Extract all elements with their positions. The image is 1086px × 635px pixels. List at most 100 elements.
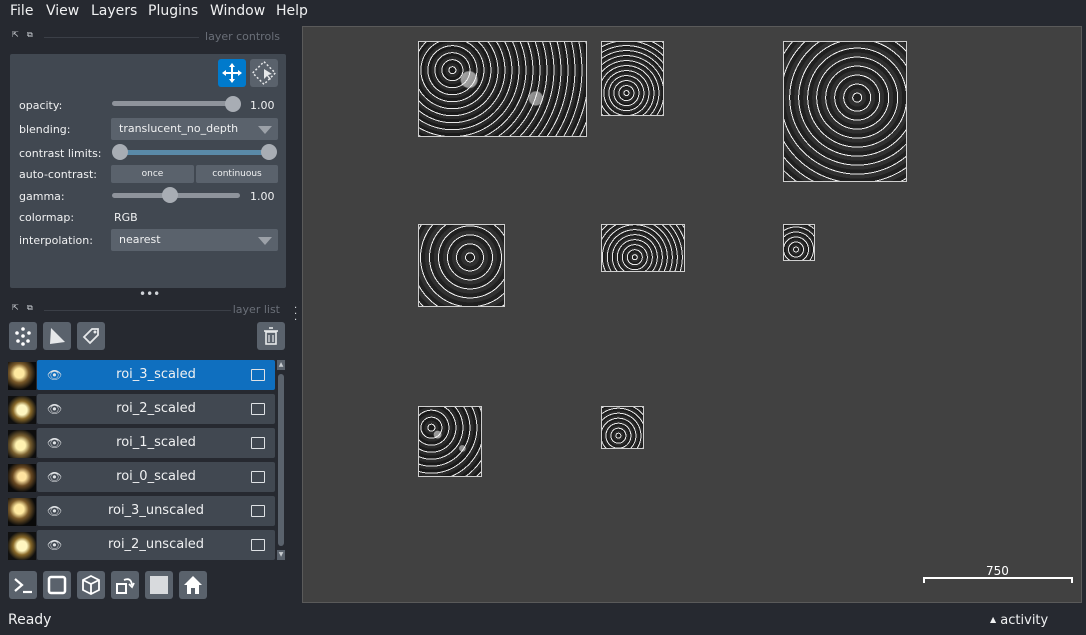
contrast-min-handle[interactable] [112,144,128,160]
interpolation-dropdown[interactable]: nearest [111,229,278,251]
splitter-handle[interactable]: ••• [139,288,160,300]
scroll-down-icon[interactable]: ▼ [277,550,285,560]
layer-row[interactable]: 👁 roi_1_scaled [8,428,275,458]
roi-image [418,224,505,307]
scrollbar-thumb[interactable] [278,374,284,546]
points-icon [15,327,31,346]
image-layer-icon [251,403,265,415]
image-layer-icon [251,369,265,381]
auto-contrast-continuous-button[interactable]: continuous [196,165,278,183]
layer-thumbnail [8,362,36,390]
close-dock-icon[interactable]: ⧉ [27,303,37,313]
layer-item[interactable]: 👁 roi_2_unscaled [37,530,275,560]
colormap-value: RGB [114,211,138,224]
layer-name[interactable]: roi_3_unscaled [37,503,275,518]
layer-name[interactable]: roi_3_scaled [37,367,275,382]
layer-row[interactable]: 👁 roi_0_scaled [8,462,275,492]
new-labels-layer-button[interactable] [77,322,105,350]
layer-list-scrollbar[interactable]: ▲ ▼ [277,360,285,560]
layer-item[interactable]: 👁 roi_0_scaled [37,462,275,492]
layer-item[interactable]: 👁 roi_3_unscaled [37,496,275,526]
close-dock-icon[interactable]: ⧉ [27,30,37,40]
layer-item[interactable]: 👁 roi_3_scaled [37,360,275,390]
trash-icon [264,327,278,345]
layer-name[interactable]: roi_1_scaled [37,435,275,450]
opacity-slider[interactable] [112,101,236,106]
layer-row[interactable]: 👁 roi_2_scaled [8,394,275,424]
layer-thumbnail [8,498,36,526]
layer-thumbnail [8,464,36,492]
layer-item[interactable]: 👁 roi_1_scaled [37,428,275,458]
auto-contrast-once-button[interactable]: once [111,165,194,183]
menu-plugins[interactable]: Plugins [148,3,198,19]
layer-item[interactable]: 👁 roi_2_scaled [37,394,275,424]
layer-row[interactable]: 👁 roi_3_scaled [8,360,275,390]
roi-image [601,224,685,272]
interpolation-label: interpolation: [19,234,93,247]
roll-dimensions-button[interactable] [77,571,105,599]
scroll-up-icon[interactable]: ▲ [277,360,285,370]
grid-square-icon [150,576,168,594]
pan-zoom-button[interactable] [218,59,246,87]
scale-bar-label: 750 [986,564,1009,578]
blending-dropdown[interactable]: translucent_no_depth [111,118,278,140]
layer-row[interactable]: 👁 roi_3_unscaled [8,496,275,526]
layer-controls-header: ⇱ ⧉ layer controls [8,30,282,44]
image-layer-icon [251,505,265,517]
gamma-label: gamma: [19,190,65,203]
ndisplay-button[interactable] [43,571,71,599]
menu-file[interactable]: File [10,3,33,19]
float-icon[interactable]: ⇱ [12,30,22,40]
opacity-label: opacity: [19,99,63,112]
layer-name[interactable]: roi_2_scaled [37,401,275,416]
reset-view-button[interactable] [179,571,207,599]
menu-view[interactable]: View [46,3,79,19]
home-icon [184,576,202,594]
image-layer-icon [251,539,265,551]
menu-layers[interactable]: Layers [91,3,137,19]
rotate-icon [116,578,135,594]
transpose-button[interactable] [111,571,139,599]
square-2d-icon [47,575,67,595]
menu-help[interactable]: Help [276,3,308,19]
transform-button[interactable] [250,59,278,87]
layer-thumbnail [8,396,36,424]
layer-list: 👁 roi_3_scaled 👁 roi_2_scaled 👁 roi_1_sc… [8,360,276,560]
menu-window[interactable]: Window [210,3,265,19]
gamma-value: 1.00 [250,190,275,203]
grid-mode-button[interactable] [145,571,173,599]
image-layer-icon [251,471,265,483]
roi-image [418,41,587,137]
layer-list-title: layer list [232,303,280,316]
contrast-max-handle[interactable] [261,144,277,160]
cube-icon [82,574,100,596]
layer-name[interactable]: roi_2_unscaled [37,537,275,552]
roi-image [783,224,815,261]
new-points-layer-button[interactable] [9,322,37,350]
layer-row[interactable]: 👁 roi_2_unscaled [8,530,275,560]
opacity-value: 1.00 [250,99,275,112]
layer-name[interactable]: roi_0_scaled [37,469,275,484]
roi-image [418,406,482,477]
gamma-slider-handle[interactable] [162,187,178,203]
chevron-up-icon: ▲ [990,615,997,624]
opacity-slider-handle[interactable] [225,96,241,112]
blending-label: blending: [19,123,71,136]
viewer-canvas[interactable]: 750 [302,26,1082,603]
contrast-limits-slider[interactable] [120,150,270,155]
new-shapes-layer-button[interactable] [43,322,71,350]
float-icon[interactable]: ⇱ [12,303,22,313]
chevron-down-icon [258,237,272,245]
roi-image [601,41,664,116]
roi-image [783,41,907,182]
header-divider [44,37,199,38]
contrast-limits-label: contrast limits: [19,147,102,160]
label-tag-icon [82,328,99,345]
chevron-down-icon [258,126,272,134]
blending-value: translucent_no_depth [119,122,239,135]
activity-toggle[interactable]: ▲ activity [990,613,1048,628]
delete-layer-button[interactable] [257,322,285,350]
more-options-icon[interactable]: · · · [294,304,298,326]
header-divider [44,310,231,311]
console-button[interactable] [9,571,37,599]
